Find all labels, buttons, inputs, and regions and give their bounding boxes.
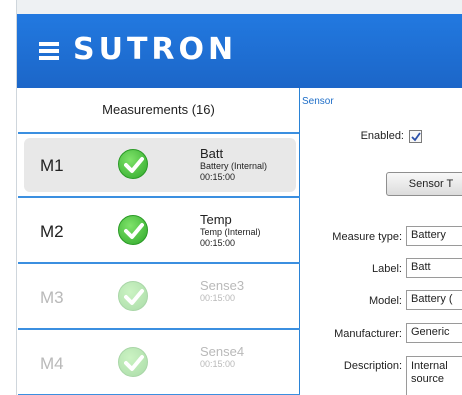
measurement-interval: 00:15:00 [200,238,236,248]
measurement-id: M3 [40,288,64,307]
measurement-id: M4 [40,354,64,373]
check-icon [118,347,148,377]
measurement-row[interactable]: M3 Sense3 00:15:00 [18,266,300,330]
measurement-name: Sense4 [200,344,245,359]
brand-logo: SUTRON [73,32,238,67]
window-top-strip [17,0,462,14]
measurement-name: Batt [200,146,224,161]
measure-type-label: Measure type: [332,231,402,243]
measurement-description: Temp (Internal) [200,227,261,237]
label-field-label: Label: [372,263,402,275]
measurement-row[interactable]: M4 Sense4 00:15:00 [18,332,300,395]
measurement-name: Temp [200,212,232,227]
manufacturer-label: Manufacturer: [334,328,402,340]
menu-icon[interactable] [39,42,59,60]
measurement-interval: 00:15:00 [200,293,236,303]
description-line: source [411,373,445,385]
measurement-row[interactable]: M1 Batt Battery (Internal) 00:15:00 [18,134,300,198]
description-label: Description: [343,360,402,372]
measurement-description: Battery (Internal) [200,161,268,171]
enabled-label: Enabled: [360,130,404,142]
app-header: SUTRON [17,14,462,88]
label-input[interactable]: Batt [406,258,462,278]
measurement-row[interactable]: M2 Temp Temp (Internal) 00:15:00 [18,200,300,264]
measurement-interval: 00:15:00 [200,359,236,369]
enabled-checkbox[interactable] [409,130,422,143]
measurement-name: Sense3 [200,278,245,293]
measurement-id: M1 [40,156,64,175]
measurement-interval: 00:15:00 [200,172,236,182]
measurements-panel: Measurements (16) M1 Batt Battery (Inter… [18,88,300,395]
sensor-group-title: Sensor [302,96,334,107]
measure-type-select[interactable]: Battery [406,226,462,246]
model-label: Model: [368,295,402,307]
check-icon [118,149,148,179]
description-line: Internal [411,360,448,372]
manufacturer-input[interactable]: Generic [406,323,462,343]
description-textarea[interactable]: Internal source [406,356,462,395]
model-select[interactable]: Battery ( [406,290,462,310]
measurements-title: Measurements (16) [18,88,299,134]
sensor-test-button[interactable]: Sensor T [386,172,462,196]
check-icon [118,215,148,245]
measurement-id: M2 [40,222,64,241]
sensor-panel: Sensor Enabled: Sensor T Measure type: B… [302,88,462,395]
check-icon [118,281,148,311]
